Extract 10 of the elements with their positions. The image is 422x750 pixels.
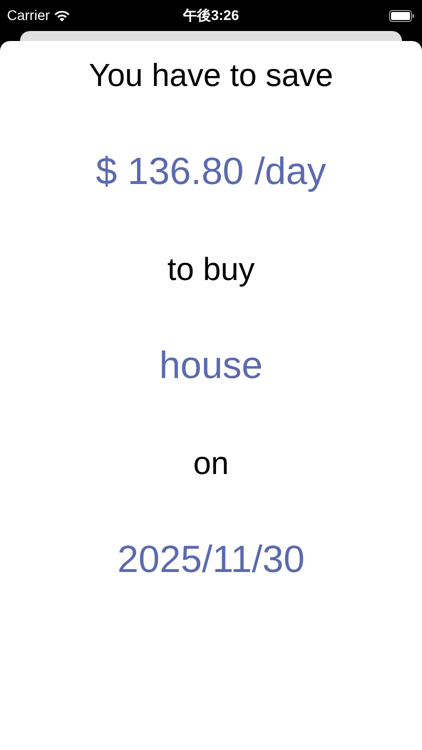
highlighted-value: house <box>159 346 263 386</box>
sentence-text: on <box>193 444 229 483</box>
wifi-icon <box>54 10 70 22</box>
carrier-label: Carrier <box>7 6 50 25</box>
sentence-text: to buy <box>167 250 255 289</box>
clock-time: 午後3:26 <box>182 6 240 25</box>
highlighted-value: $ 136.80 /day <box>96 152 326 192</box>
battery-icon <box>389 10 415 22</box>
highlighted-value: 2025/11/30 <box>117 540 305 580</box>
sentence-text: You have to save <box>88 56 334 95</box>
